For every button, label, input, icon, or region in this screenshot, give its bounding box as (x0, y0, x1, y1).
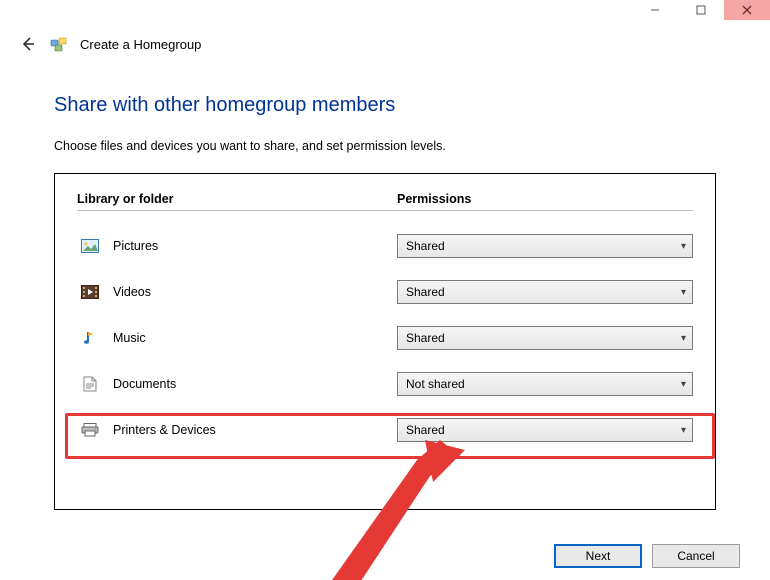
column-headers: Library or folder Permissions (77, 192, 693, 211)
instruction-text: Choose files and devices you want to sha… (54, 139, 716, 153)
dropdown-value: Not shared (406, 377, 465, 391)
wizard-header: Create a Homegroup (0, 28, 770, 64)
button-label: Cancel (677, 549, 714, 563)
chevron-down-icon: ▾ (681, 425, 686, 436)
dropdown-value: Shared (406, 331, 445, 345)
content-area: Share with other homegroup members Choos… (0, 64, 770, 510)
next-button[interactable]: Next (554, 544, 642, 568)
window-title: Create a Homegroup (80, 37, 201, 52)
row-label: Printers & Devices (113, 423, 216, 437)
homegroup-icon (50, 35, 68, 53)
row-label: Music (113, 331, 146, 345)
pictures-icon (81, 237, 99, 255)
minimize-button[interactable] (632, 0, 678, 20)
permission-dropdown-music[interactable]: Shared ▾ (397, 326, 693, 350)
share-panel: Library or folder Permissions Pictures S… (54, 173, 716, 510)
row-label: Videos (113, 285, 151, 299)
row-videos: Videos Shared ▾ (77, 269, 693, 315)
row-printers-devices: Printers & Devices Shared ▾ (77, 407, 693, 453)
printers-icon (81, 421, 99, 439)
row-pictures: Pictures Shared ▾ (77, 223, 693, 269)
videos-icon (81, 283, 99, 301)
documents-icon (81, 375, 99, 393)
permission-dropdown-pictures[interactable]: Shared ▾ (397, 234, 693, 258)
row-label: Pictures (113, 239, 158, 253)
chevron-down-icon: ▾ (681, 333, 686, 344)
back-button[interactable] (18, 34, 38, 54)
chevron-down-icon: ▾ (681, 287, 686, 298)
button-label: Next (586, 549, 611, 563)
row-documents: Documents Not shared ▾ (77, 361, 693, 407)
close-button[interactable] (724, 0, 770, 20)
permission-dropdown-videos[interactable]: Shared ▾ (397, 280, 693, 304)
row-music: Music Shared ▾ (77, 315, 693, 361)
dropdown-value: Shared (406, 423, 445, 437)
permission-dropdown-documents[interactable]: Not shared ▾ (397, 372, 693, 396)
dropdown-value: Shared (406, 239, 445, 253)
maximize-button[interactable] (678, 0, 724, 20)
page-heading: Share with other homegroup members (54, 94, 716, 117)
music-icon (81, 329, 99, 347)
column-permissions-header: Permissions (397, 192, 693, 206)
chevron-down-icon: ▾ (681, 241, 686, 252)
wizard-footer: Next Cancel (554, 544, 740, 568)
column-library-header: Library or folder (77, 192, 397, 206)
permission-dropdown-printers[interactable]: Shared ▾ (397, 418, 693, 442)
chevron-down-icon: ▾ (681, 379, 686, 390)
dropdown-value: Shared (406, 285, 445, 299)
titlebar (0, 0, 770, 28)
cancel-button[interactable]: Cancel (652, 544, 740, 568)
row-label: Documents (113, 377, 176, 391)
